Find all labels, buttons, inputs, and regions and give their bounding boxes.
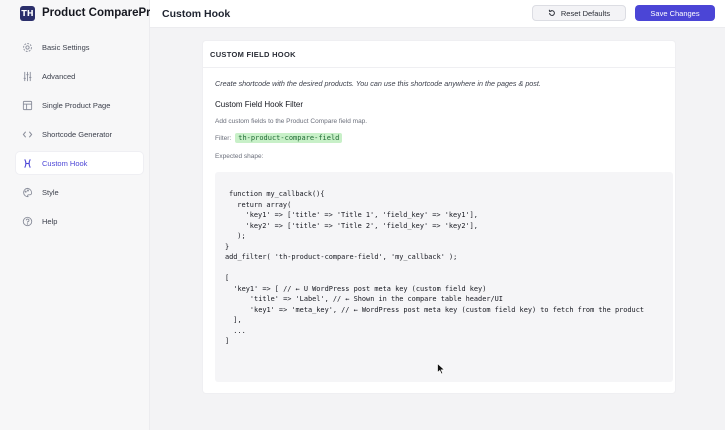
- brand[interactable]: TH Product ComparePro: [20, 5, 158, 21]
- page-title: Custom Hook: [162, 8, 231, 20]
- sidebar-item-label: Shortcode Generator: [42, 129, 113, 139]
- code-line: function my_callback(){: [229, 190, 325, 198]
- help-icon: [21, 215, 33, 227]
- code-line: 'key1' => [ // ← U WordPress post meta k…: [225, 284, 487, 293]
- filter-name-badge[interactable]: th-product-compare-field: [235, 133, 343, 143]
- brand-name: Product ComparePro: [42, 7, 158, 19]
- sliders-icon: [21, 70, 33, 82]
- code-line: ...: [225, 326, 246, 335]
- sidebar-item-style[interactable]: Style: [16, 181, 143, 203]
- sidebar-item-advanced[interactable]: Advanced: [16, 65, 143, 87]
- sidebar: TH Product ComparePro Basic Settings Adv…: [0, 0, 158, 430]
- sidebar-item-single-product-page[interactable]: Single Product Page: [16, 94, 143, 116]
- sidebar-item-shortcode-generator[interactable]: Shortcode Generator: [16, 123, 143, 145]
- code-line: 'key2' => ['title' => 'Title 2', 'field_…: [229, 221, 478, 230]
- card-title: CUSTOM FIELD HOOK: [210, 49, 296, 59]
- code-line: );: [229, 232, 246, 240]
- code-line: [: [225, 274, 230, 282]
- palette-icon: [21, 186, 33, 198]
- mouse-cursor-icon: [437, 362, 446, 380]
- hook-icon: [21, 157, 33, 169]
- code-line: 'key1' => 'meta_key', // ← WordPress pos…: [225, 305, 644, 314]
- save-changes-button[interactable]: Save Changes: [635, 5, 715, 21]
- layout-icon: [21, 99, 33, 111]
- code-line: 'title' => 'Label', // ← Shown in the co…: [225, 295, 503, 303]
- sidebar-item-label: Basic Settings: [42, 42, 90, 52]
- expected-shape-label: Expected shape:: [215, 153, 264, 160]
- code-line: return array(: [229, 200, 292, 209]
- sidebar-item-help[interactable]: Help: [16, 210, 143, 232]
- code-icon: [21, 128, 33, 140]
- filter-label: Filter:: [215, 134, 232, 142]
- code-line: ],: [225, 316, 242, 324]
- reset-defaults-button[interactable]: Reset Defaults: [532, 5, 626, 21]
- reset-defaults-label: Reset Defaults: [560, 8, 611, 18]
- sidebar-item-custom-hook[interactable]: Custom Hook: [16, 152, 143, 174]
- section-subtitle: Custom Field Hook Filter: [215, 100, 304, 109]
- custom-field-hook-card: CUSTOM FIELD HOOK Create shortcode with …: [202, 40, 676, 394]
- gear-icon: [21, 41, 33, 53]
- filter-row: Filter: th-product-compare-field: [215, 133, 343, 143]
- sidebar-nav: Basic Settings Advanced Single Product P…: [16, 36, 143, 239]
- code-block[interactable]: function my_callback(){ return array( 'k…: [215, 172, 673, 382]
- brand-logo: TH: [20, 5, 35, 21]
- code-line: ]: [225, 337, 230, 345]
- sidebar-item-label: Help: [42, 216, 58, 226]
- code-line: 'key1' => ['title' => 'Title 1', 'field_…: [229, 211, 478, 219]
- section-description: Add custom fields to the Product Compare…: [215, 118, 368, 125]
- sidebar-item-label: Advanced: [42, 71, 76, 81]
- reset-icon: [548, 9, 555, 16]
- code-line: add_filter( 'th-product-compare-field', …: [225, 253, 458, 261]
- card-header: CUSTOM FIELD HOOK: [203, 41, 675, 68]
- sidebar-item-label: Single Product Page: [42, 100, 111, 110]
- sidebar-item-label: Custom Hook: [42, 158, 88, 168]
- header-bar: Custom Hook Reset Defaults Save Changes: [150, 0, 725, 28]
- intro-text: Create shortcode with the desired produc…: [215, 79, 541, 88]
- code-line: }: [225, 242, 230, 251]
- sidebar-item-basic-settings[interactable]: Basic Settings: [16, 36, 143, 58]
- sidebar-item-label: Style: [42, 187, 59, 197]
